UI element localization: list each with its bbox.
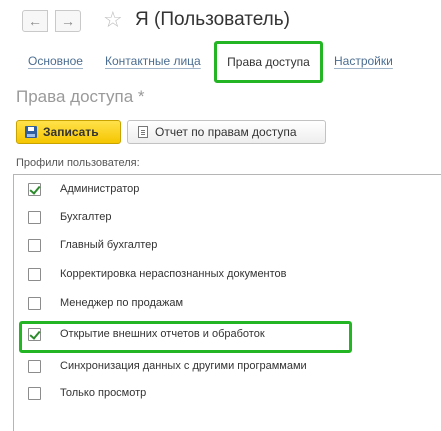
profile-checkbox[interactable]: [28, 327, 41, 341]
save-button-label: Записать: [43, 125, 99, 139]
profile-row[interactable]: Менеджер по продажам: [16, 290, 436, 316]
tab-contacts[interactable]: Контактные лица: [105, 54, 201, 68]
section-title: Права доступа *: [16, 87, 145, 106]
tab-access-rights[interactable]: Права доступа: [214, 41, 323, 83]
window-title: Я (Пользователь): [135, 9, 290, 30]
arrow-left-icon: ←: [28, 13, 42, 29]
report-document-icon: [138, 126, 148, 138]
save-button[interactable]: Записать: [16, 120, 121, 144]
profile-label: Открытие внешних отчетов и обработок: [60, 328, 265, 340]
profile-checkbox[interactable]: [28, 296, 41, 310]
profile-row[interactable]: Администратор: [16, 176, 436, 202]
profile-checkbox[interactable]: [28, 210, 41, 224]
profile-checkbox[interactable]: [28, 267, 41, 281]
tab-main[interactable]: Основное: [28, 54, 83, 68]
profile-label: Синхронизация данных с другими программа…: [60, 360, 307, 372]
profile-checkbox[interactable]: [28, 182, 41, 196]
profile-checkbox[interactable]: [28, 386, 41, 400]
profile-checkbox[interactable]: [28, 238, 41, 252]
back-button[interactable]: ←: [22, 10, 48, 32]
profile-label: Только просмотр: [60, 387, 147, 399]
profile-label: Главный бухгалтер: [60, 239, 158, 251]
floppy-disk-icon: [25, 126, 37, 138]
profile-row[interactable]: Главный бухгалтер: [16, 232, 436, 258]
star-icon[interactable]: ☆: [103, 8, 123, 32]
profile-checkbox[interactable]: [28, 359, 41, 373]
profile-label: Корректировка нераспознанных документов: [60, 268, 287, 280]
tab-settings[interactable]: Настройки: [334, 54, 393, 68]
arrow-right-icon: →: [61, 13, 75, 29]
access-report-button[interactable]: Отчет по правам доступа: [127, 120, 326, 144]
profile-row[interactable]: Только просмотр: [16, 380, 436, 406]
access-report-button-label: Отчет по правам доступа: [155, 125, 297, 139]
profiles-label: Профили пользователя:: [16, 157, 140, 169]
profile-label: Бухгалтер: [60, 211, 112, 223]
profile-row[interactable]: Корректировка нераспознанных документов: [16, 261, 436, 287]
profile-label: Менеджер по продажам: [60, 297, 184, 309]
profile-row[interactable]: Открытие внешних отчетов и обработок: [16, 321, 436, 347]
profile-label: Администратор: [60, 183, 140, 195]
profile-row[interactable]: Синхронизация данных с другими программа…: [16, 353, 436, 379]
forward-button[interactable]: →: [55, 10, 81, 32]
tab-access-rights-label: Права доступа: [227, 55, 310, 69]
profile-row[interactable]: Бухгалтер: [16, 204, 436, 230]
